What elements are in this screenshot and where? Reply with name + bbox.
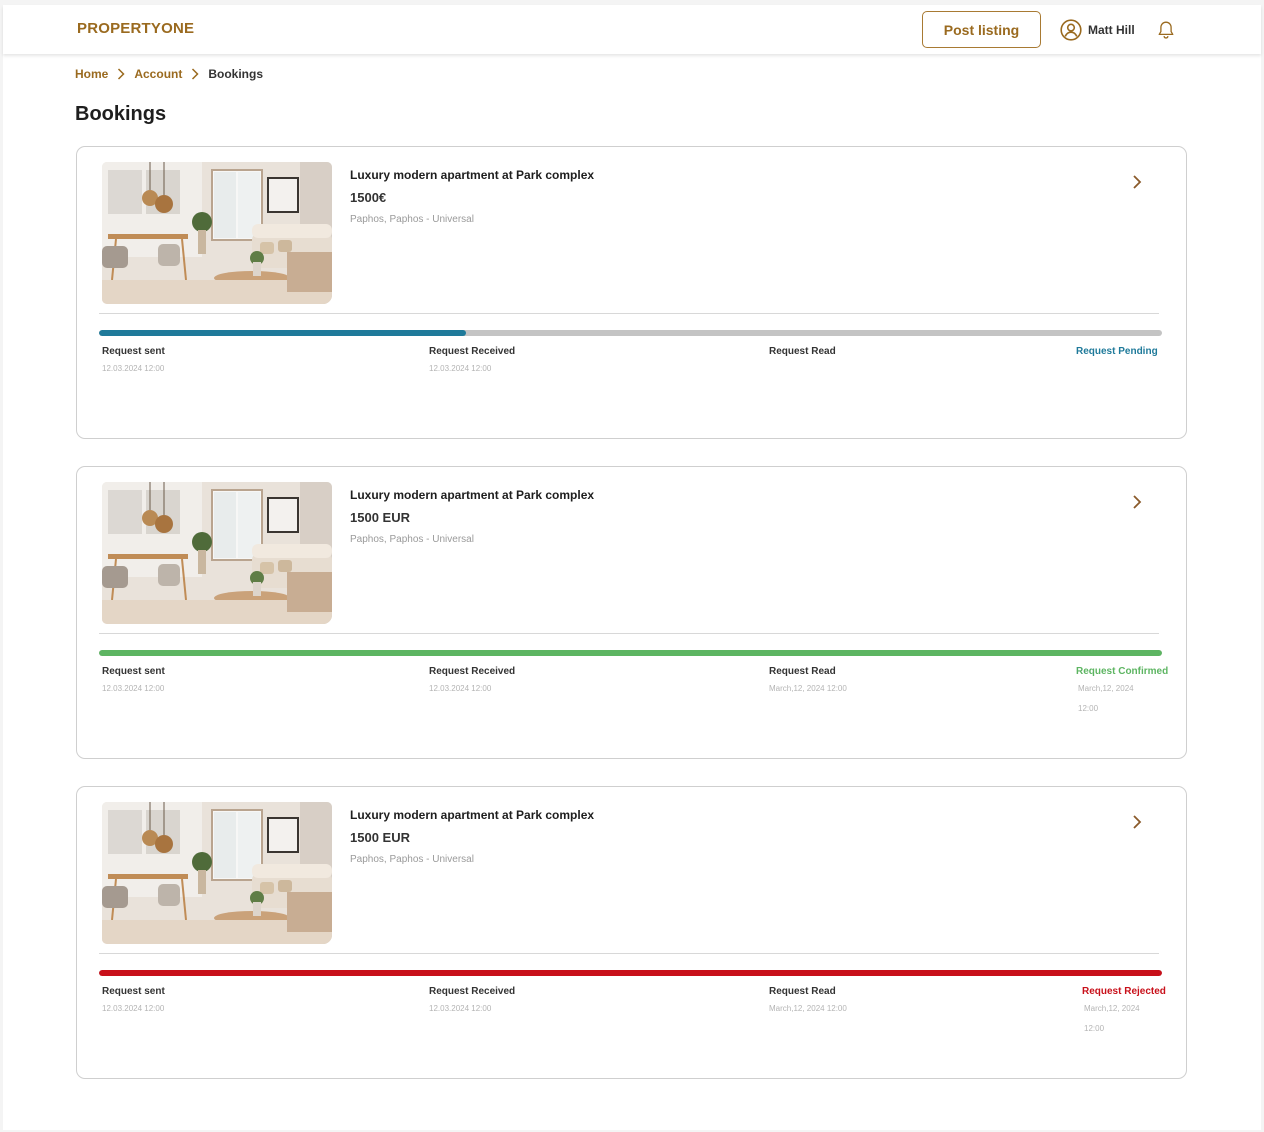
status-date: March,12, 2024 [1084, 1004, 1140, 1013]
step-received-label: Request Received [429, 986, 516, 997]
step-received-date: 12.03.2024 12:00 [429, 364, 492, 373]
notification-bell-icon[interactable] [1157, 20, 1175, 40]
step-sent-label: Request sent [102, 666, 165, 677]
status-date: March,12, 2024 [1078, 684, 1134, 693]
breadcrumb: Home Account Bookings [75, 67, 263, 81]
step-received-date: 12.03.2024 12:00 [429, 1004, 492, 1013]
step-read-label: Request Read [769, 986, 836, 997]
user-avatar-icon [1060, 19, 1082, 41]
post-listing-button[interactable]: Post listing [922, 11, 1041, 48]
page: PROPERTYONE Post listing Matt Hill Home … [3, 5, 1261, 1130]
page-title: Bookings [75, 103, 167, 125]
status-label: Request Rejected [1082, 986, 1166, 997]
step-sent-date: 12.03.2024 12:00 [102, 1004, 165, 1013]
step-read-date: March,12, 2024 12:00 [769, 684, 847, 693]
listing-price: 1500 EUR [350, 830, 410, 845]
step-read-label: Request Read [769, 666, 836, 677]
property-photo[interactable] [102, 482, 332, 624]
step-received-label: Request Received [429, 666, 516, 677]
status-time: 12:00 [1084, 1024, 1105, 1033]
step-received-label: Request Received [429, 346, 516, 357]
listing-location: Paphos, Paphos - Universal [350, 854, 474, 865]
step-sent-date: 12.03.2024 12:00 [102, 364, 165, 373]
open-booking-chevron-icon[interactable] [1129, 813, 1145, 831]
open-booking-chevron-icon[interactable] [1129, 173, 1145, 191]
property-photo[interactable] [102, 162, 332, 304]
top-header: PROPERTYONE Post listing Matt Hill [3, 5, 1261, 54]
breadcrumb-bookings: Bookings [208, 67, 264, 81]
progress-fill [99, 330, 466, 336]
listing-location: Paphos, Paphos - Universal [350, 534, 474, 545]
user-menu[interactable]: Matt Hill [1060, 18, 1135, 42]
step-sent-date: 12.03.2024 12:00 [102, 684, 165, 693]
progress-fill [99, 970, 1162, 976]
breadcrumb-home[interactable]: Home [75, 67, 108, 81]
progress-fill [99, 650, 1162, 656]
progress-track [99, 970, 1162, 976]
listing-title[interactable]: Luxury modern apartment at Park complex [350, 168, 594, 182]
progress-track [99, 650, 1162, 656]
status-label: Request Pending [1076, 346, 1158, 357]
divider [99, 953, 1159, 954]
status-label: Request Confirmed [1076, 666, 1169, 677]
step-read-date: March,12, 2024 12:00 [769, 1004, 847, 1013]
property-photo[interactable] [102, 802, 332, 944]
step-sent-label: Request sent [102, 986, 165, 997]
listing-title[interactable]: Luxury modern apartment at Park complex [350, 488, 594, 502]
listing-title[interactable]: Luxury modern apartment at Park complex [350, 808, 594, 822]
listing-price: 1500€ [350, 190, 387, 205]
logo[interactable]: PROPERTYONE [77, 20, 194, 37]
divider [99, 313, 1159, 314]
status-time: 12:00 [1078, 704, 1099, 713]
step-received-date: 12.03.2024 12:00 [429, 684, 492, 693]
booking-card[interactable]: Luxury modern apartment at Park complex … [76, 786, 1187, 1079]
booking-card[interactable]: Luxury modern apartment at Park complex … [76, 466, 1187, 759]
booking-card[interactable]: Luxury modern apartment at Park complex … [76, 146, 1187, 439]
open-booking-chevron-icon[interactable] [1129, 493, 1145, 511]
user-name: Matt Hill [1088, 23, 1135, 37]
breadcrumb-account[interactable]: Account [134, 67, 182, 81]
step-sent-label: Request sent [102, 346, 165, 357]
listing-price: 1500 EUR [350, 510, 410, 525]
chevron-right-icon [108, 67, 134, 81]
divider [99, 633, 1159, 634]
progress-track [99, 330, 1162, 336]
listing-location: Paphos, Paphos - Universal [350, 214, 474, 225]
chevron-right-icon [182, 67, 208, 81]
step-read-label: Request Read [769, 346, 836, 357]
